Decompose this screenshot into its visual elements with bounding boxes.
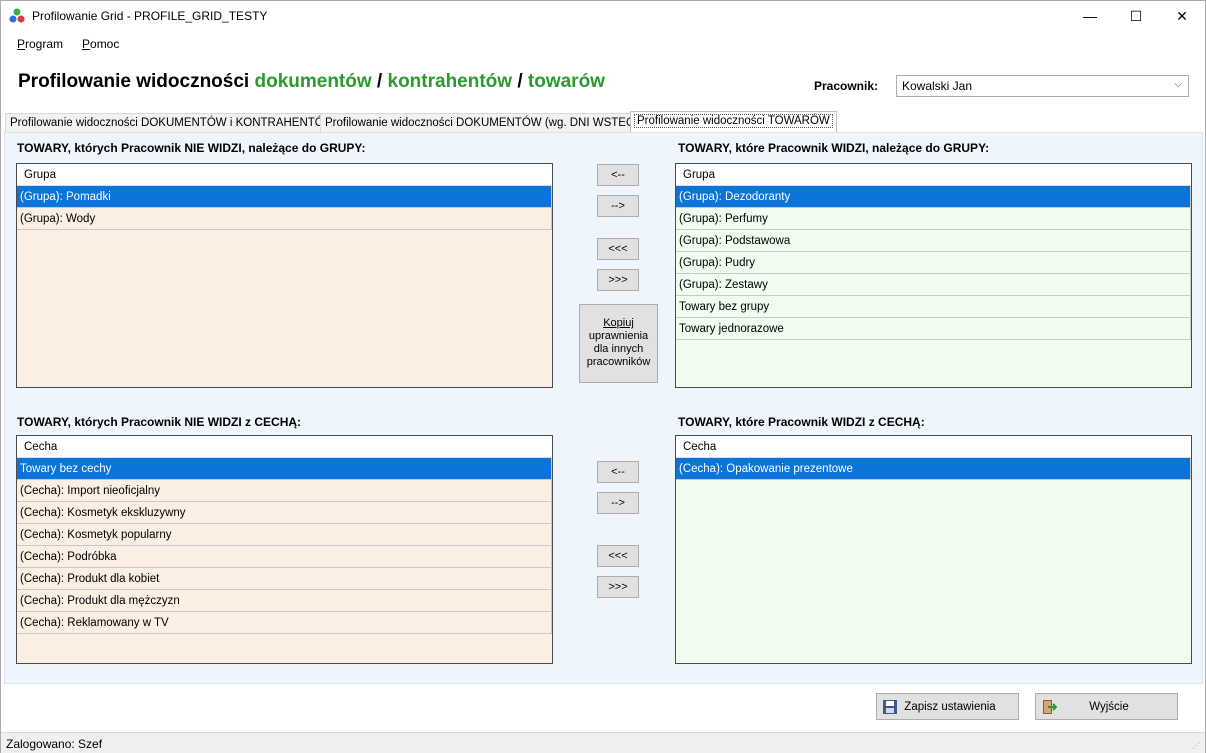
tab-label: Profilowanie widoczności TOWARÓW [634,114,833,128]
groups-visible-label: TOWARY, które Pracownik WIDZI, należące … [678,141,990,155]
employee-value: Kowalski Jan [902,79,973,93]
tab-products[interactable]: Profilowanie widoczności TOWARÓW [630,111,837,132]
list-item[interactable]: (Grupa): Pomadki [17,186,552,208]
app-window: Profilowanie Grid - PROFILE_GRID_TESTY —… [0,0,1206,753]
list-item[interactable]: (Grupa): Perfumy [676,208,1191,230]
title-bar: Profilowanie Grid - PROFILE_GRID_TESTY —… [1,1,1205,31]
copy-button-line: uprawnienia [588,330,649,342]
title-part-dokumentow: dokumentów [254,71,372,92]
window-title: Profilowanie Grid - PROFILE_GRID_TESTY [32,9,268,23]
menu-program[interactable]: Program [17,37,63,51]
save-settings-label: Zapisz ustawienia [904,700,996,713]
title-part-profilowanie: Profilowanie widoczności [18,71,255,92]
list-item[interactable]: (Grupa): Pudry [676,252,1191,274]
list-item[interactable]: (Grupa): Dezodoranty [676,186,1191,208]
list-item[interactable]: (Cecha): Produkt dla kobiet [17,568,552,590]
features-hidden-label: TOWARY, których Pracownik NIE WIDZI z CE… [17,415,302,429]
menu-pomoc[interactable]: Pomoc [82,37,119,51]
move-feature-left-button[interactable]: <-- [597,461,639,483]
move-all-groups-left-button[interactable]: <<< [597,238,639,260]
list-item[interactable]: (Grupa): Wody [17,208,552,230]
tab-documents-contractors[interactable]: Profilowanie widoczności DOKUMENTÓW i KO… [5,113,340,132]
exit-button[interactable]: Wyjście [1035,693,1178,720]
resize-grip-icon[interactable]: ⋰ [1192,741,1202,751]
list-item[interactable]: Towary jednorazowe [676,318,1191,340]
groups-visible-list[interactable]: Grupa (Grupa): Dezodoranty (Grupa): Perf… [675,163,1192,388]
menu-bar: Program Pomoc [1,33,1205,55]
title-part-kontrahentow: kontrahentów [387,71,513,92]
list-item[interactable]: (Cecha): Podróbka [17,546,552,568]
move-feature-right-button[interactable]: --> [597,492,639,514]
list-item[interactable]: (Grupa): Zestawy [676,274,1191,296]
groups-hidden-label: TOWARY, których Pracownik NIE WIDZI, nal… [17,141,366,155]
list-item[interactable]: Towary bez cechy [17,458,552,480]
move-all-groups-right-button[interactable]: >>> [597,269,639,291]
move-group-right-button[interactable]: --> [597,195,639,217]
list-item[interactable]: (Cecha): Kosmetyk popularny [17,524,552,546]
tab-label: Profilowanie widoczności DOKUMENTÓW i KO… [10,117,335,129]
page-title: Profilowanie widoczności dokumentów / ko… [18,71,605,93]
tab-documents-days-back[interactable]: Profilowanie widoczności DOKUMENTÓW (wg.… [320,113,651,132]
list-item[interactable]: Towary bez grupy [676,296,1191,318]
move-all-features-left-button[interactable]: <<< [597,545,639,567]
list-item[interactable]: (Cecha): Kosmetyk ekskluzywny [17,502,552,524]
copy-permissions-button[interactable]: Kopiuj uprawnienia dla innych pracownikó… [579,304,658,383]
employee-select[interactable]: Kowalski Jan ⌵ [896,75,1189,97]
groups-hidden-list[interactable]: Grupa (Grupa): Pomadki (Grupa): Wody [16,163,553,388]
app-logo-icon [9,8,25,23]
save-settings-button[interactable]: Zapisz ustawienia [876,693,1019,720]
exit-label: Wyjście [1089,700,1129,713]
features-visible-label: TOWARY, które Pracownik WIDZI z CECHĄ: [678,415,925,429]
list-item[interactable]: (Cecha): Reklamowany w TV [17,612,552,634]
copy-button-line: Kopiuj [603,317,634,329]
move-all-features-right-button[interactable]: >>> [597,576,639,598]
exit-door-icon [1043,699,1057,714]
close-button[interactable]: ✕ [1159,1,1205,31]
list-item[interactable]: (Grupa): Podstawowa [676,230,1191,252]
chevron-down-icon: ⌵ [1174,79,1182,90]
employee-label: Pracownik: [814,79,879,93]
copy-button-line: dla innych [593,343,644,355]
column-header[interactable]: Grupa [17,164,552,186]
copy-button-line: pracowników [586,356,651,368]
list-item[interactable]: (Cecha): Opakowanie prezentowe [676,458,1191,480]
list-item[interactable]: (Cecha): Produkt dla mężczyzn [17,590,552,612]
floppy-disk-icon [883,699,897,714]
title-separator: / [371,71,388,92]
list-item[interactable]: (Cecha): Import nieoficjalny [17,480,552,502]
move-group-left-button[interactable]: <-- [597,164,639,186]
login-status: Zalogowano: Szef [6,737,103,751]
status-bar: Zalogowano: Szef ⋰ [1,732,1205,753]
features-hidden-list[interactable]: Cecha Towary bez cechy (Cecha): Import n… [16,435,553,664]
column-header[interactable]: Cecha [676,436,1191,458]
maximize-button[interactable]: ☐ [1113,1,1159,31]
column-header[interactable]: Cecha [17,436,552,458]
title-part-towarow: towarów [527,71,605,92]
features-visible-list[interactable]: Cecha (Cecha): Opakowanie prezentowe [675,435,1192,664]
title-separator: / [512,71,528,92]
minimize-button[interactable]: — [1067,1,1113,31]
tab-label: Profilowanie widoczności DOKUMENTÓW (wg.… [325,117,646,129]
column-header[interactable]: Grupa [676,164,1191,186]
